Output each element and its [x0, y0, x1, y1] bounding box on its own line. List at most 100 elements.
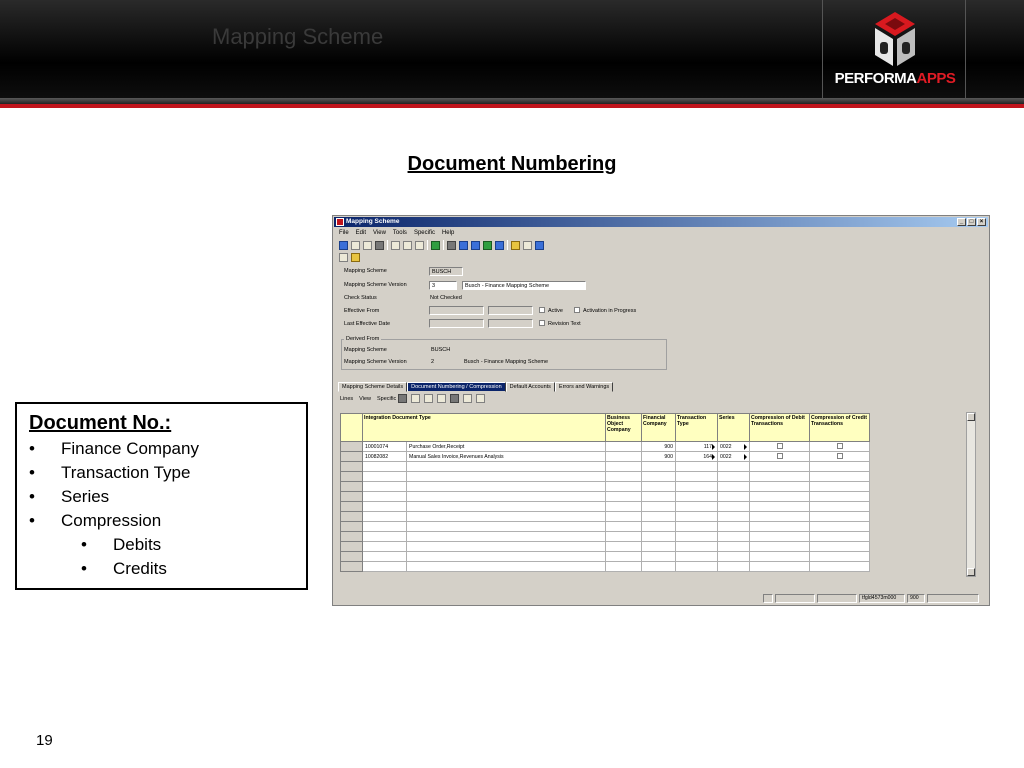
- revision-text-checkbox[interactable]: [539, 320, 545, 326]
- header-business-object-company[interactable]: Business Object Company: [605, 413, 642, 442]
- tab-document-numbering[interactable]: Document Numbering / Compression: [407, 382, 506, 392]
- empty-row[interactable]: [340, 541, 870, 552]
- empty-row[interactable]: [340, 481, 870, 492]
- header-compression-credit[interactable]: Compression of Credit Transactions: [809, 413, 870, 442]
- compression-debit-checkbox[interactable]: [776, 443, 783, 450]
- duplicate-icon[interactable]: [403, 240, 412, 250]
- business-object-company[interactable]: [605, 451, 642, 462]
- activation-checkbox[interactable]: [574, 307, 580, 313]
- find-line-icon[interactable]: [450, 394, 459, 403]
- series-cell[interactable]: 0022: [717, 441, 750, 452]
- empty-row[interactable]: [340, 511, 870, 522]
- menu-specific-lines[interactable]: Specific: [377, 395, 396, 403]
- empty-row[interactable]: [340, 491, 870, 502]
- last-record-icon[interactable]: [483, 240, 492, 250]
- version-description-field[interactable]: Busch - Finance Mapping Scheme: [462, 281, 586, 290]
- empty-row[interactable]: [340, 471, 870, 482]
- report-icon[interactable]: [351, 252, 360, 262]
- refresh-icon[interactable]: [495, 240, 504, 250]
- scroll-up-button[interactable]: [967, 413, 975, 421]
- close-button[interactable]: ×: [977, 218, 986, 226]
- menu-edit[interactable]: Edit: [356, 228, 366, 238]
- effective-from-time[interactable]: [488, 306, 533, 315]
- find-icon[interactable]: [431, 240, 440, 250]
- tab-mapping-scheme-details[interactable]: Mapping Scheme Details: [338, 382, 408, 392]
- next-record-icon[interactable]: [471, 240, 480, 250]
- empty-row[interactable]: [340, 521, 870, 532]
- context-help-icon[interactable]: [535, 240, 544, 250]
- empty-row[interactable]: [340, 551, 870, 562]
- attach-icon[interactable]: [476, 394, 485, 403]
- zoom-arrow-icon[interactable]: [712, 453, 715, 460]
- effective-from-date[interactable]: [429, 306, 484, 315]
- menu-view-lines[interactable]: View: [359, 395, 371, 403]
- menu-view[interactable]: View: [373, 228, 386, 238]
- zoom-arrow-icon[interactable]: [744, 443, 747, 450]
- previous-record-icon[interactable]: [459, 240, 468, 250]
- compression-credit-checkbox[interactable]: [836, 443, 843, 450]
- mapping-scheme-field[interactable]: BUSCH: [429, 267, 463, 276]
- transaction-type-cell[interactable]: 164: [675, 451, 718, 462]
- doc-type-code[interactable]: 10001074: [362, 441, 407, 452]
- zoom-arrow-icon[interactable]: [712, 443, 715, 450]
- menu-lines[interactable]: Lines: [340, 395, 353, 403]
- header-series[interactable]: Series: [717, 413, 750, 442]
- header-integration-document-type[interactable]: Integration Document Type: [362, 413, 606, 442]
- scroll-down-button[interactable]: [967, 568, 975, 576]
- close-icon[interactable]: [511, 240, 520, 250]
- grid-scrollbar[interactable]: [966, 412, 976, 577]
- business-object-company[interactable]: [605, 441, 642, 452]
- tab-default-accounts[interactable]: Default Accounts: [505, 382, 555, 392]
- last-effective-date[interactable]: [429, 319, 484, 328]
- tab-errors-warnings[interactable]: Errors and Warnings: [554, 382, 614, 392]
- zoom-arrow-icon[interactable]: [744, 453, 747, 460]
- compression-credit-checkbox[interactable]: [836, 453, 843, 460]
- header-transaction-type[interactable]: Transaction Type: [675, 413, 718, 442]
- header-financial-company[interactable]: Financial Company: [641, 413, 676, 442]
- compression-credit-cell[interactable]: [809, 451, 870, 462]
- maximize-button[interactable]: □: [967, 218, 976, 226]
- table-row[interactable]: 10001074 Purchase Order,Receipt 900 117 …: [340, 441, 870, 452]
- minimize-button[interactable]: _: [957, 218, 966, 226]
- new-line-icon[interactable]: [411, 394, 420, 403]
- transaction-type-cell[interactable]: 117: [675, 441, 718, 452]
- save-icon[interactable]: [339, 240, 348, 250]
- financial-company[interactable]: 900: [641, 441, 676, 452]
- active-checkbox[interactable]: [539, 307, 545, 313]
- row-selector[interactable]: [340, 451, 363, 462]
- series-cell[interactable]: 0022: [717, 451, 750, 462]
- last-effective-time[interactable]: [488, 319, 533, 328]
- doc-type-description: Purchase Order,Receipt: [406, 441, 606, 452]
- copy-line-icon[interactable]: [424, 394, 433, 403]
- row-selector[interactable]: [340, 441, 363, 452]
- help-icon[interactable]: [523, 240, 532, 250]
- empty-row[interactable]: [340, 461, 870, 472]
- text-icon[interactable]: [339, 252, 348, 262]
- window-titlebar[interactable]: Mapping Scheme _ □ ×: [334, 217, 988, 227]
- new-icon[interactable]: [391, 240, 400, 250]
- header-compression-debit[interactable]: Compression of Debit Transactions: [749, 413, 810, 442]
- menu-tools[interactable]: Tools: [393, 228, 407, 238]
- first-record-icon[interactable]: [447, 240, 456, 250]
- compression-debit-cell[interactable]: [749, 441, 810, 452]
- menu-file[interactable]: File: [339, 228, 349, 238]
- delete-line-icon[interactable]: [437, 394, 446, 403]
- print-lines-icon[interactable]: [398, 394, 407, 403]
- empty-row[interactable]: [340, 561, 870, 572]
- empty-row[interactable]: [340, 531, 870, 542]
- compression-debit-cell[interactable]: [749, 451, 810, 462]
- paste-icon[interactable]: [415, 240, 424, 250]
- copy-icon[interactable]: [363, 240, 372, 250]
- financial-company[interactable]: 900: [641, 451, 676, 462]
- version-field[interactable]: 3: [429, 281, 457, 290]
- menu-specific[interactable]: Specific: [414, 228, 435, 238]
- compression-debit-checkbox[interactable]: [776, 453, 783, 460]
- save-disk-icon[interactable]: [351, 240, 360, 250]
- empty-row[interactable]: [340, 501, 870, 512]
- mark-icon[interactable]: [463, 394, 472, 403]
- print-icon[interactable]: [375, 240, 384, 250]
- menu-help[interactable]: Help: [442, 228, 454, 238]
- compression-credit-cell[interactable]: [809, 441, 870, 452]
- doc-type-code[interactable]: 10082082: [362, 451, 407, 462]
- table-row[interactable]: 10082082 Manual Sales Invoice,Revenues A…: [340, 451, 870, 462]
